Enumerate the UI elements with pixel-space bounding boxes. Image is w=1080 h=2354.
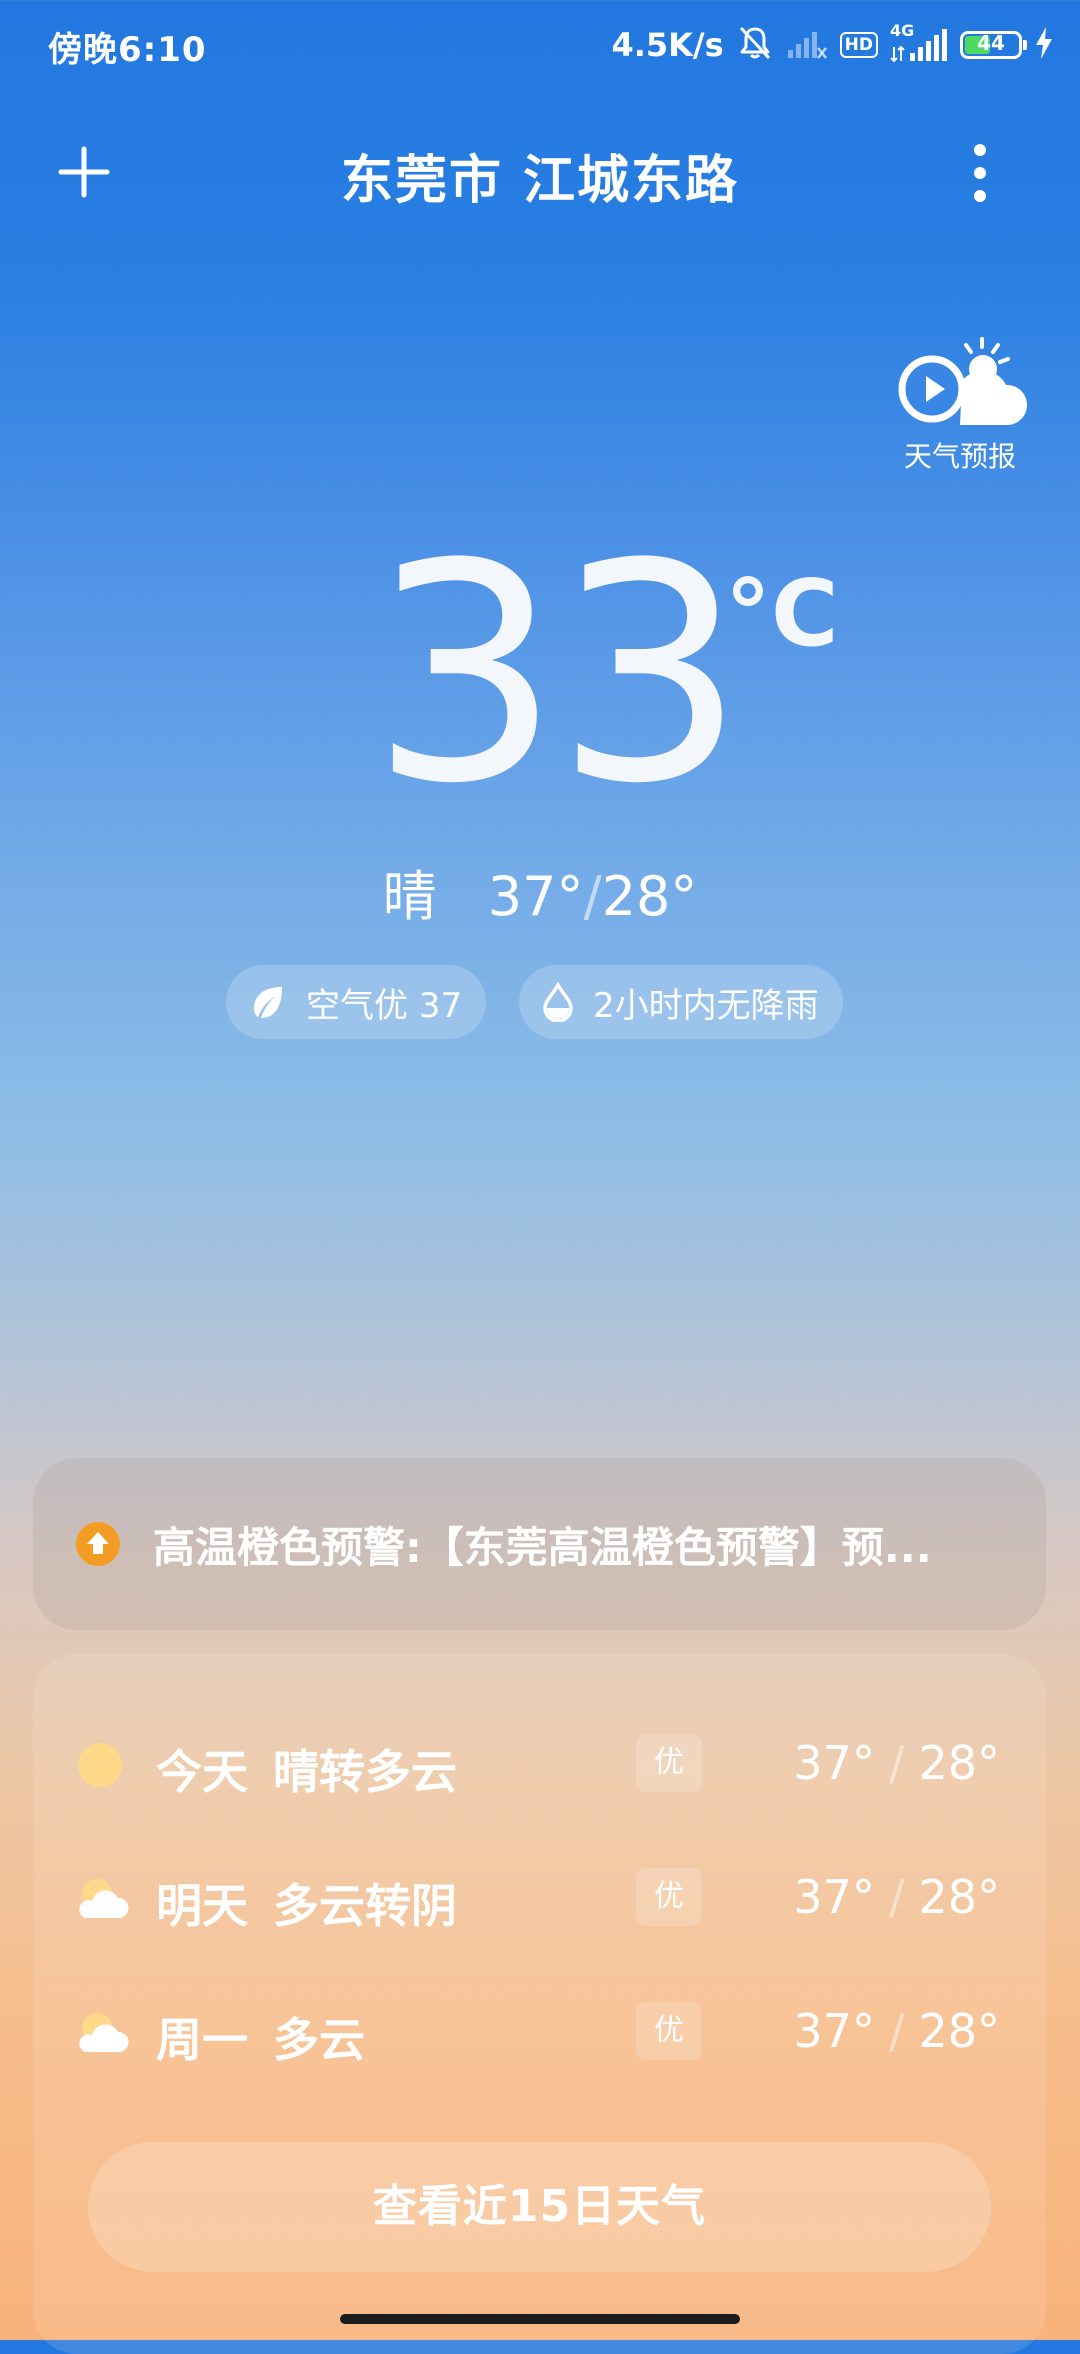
- sim1-signal-off-icon: [786, 24, 828, 66]
- view-15-day-forecast-button[interactable]: 查看近15日天气: [88, 2142, 991, 2272]
- forecast-aqi-badge: 优: [636, 1868, 702, 1926]
- forecast-row-today[interactable]: 今天 晴转多云 优 37°/28°: [33, 1726, 1046, 1806]
- forecast-row-monday[interactable]: 周一 多云 优 37°/28°: [33, 1994, 1046, 2074]
- status-icons: 4.5K/s HD 4G 44: [611, 21, 1054, 68]
- forecast-high: 37°: [793, 1870, 875, 1924]
- air-quality-text: 空气优 37: [306, 985, 463, 1026]
- current-condition-line: 晴 37°/28°: [0, 852, 1080, 931]
- forecast-temp-range: 37°/28°: [793, 2004, 1000, 2058]
- water-drop-icon: [543, 982, 573, 1022]
- daily-forecast-card: 今天 晴转多云 优 37°/28° 明天 多云转阴 优 37°/28° 周一 多…: [33, 1654, 1046, 2354]
- rain-forecast-text: 2小时内无降雨: [593, 985, 819, 1026]
- battery-indicator: 44: [960, 31, 1027, 59]
- forecast-condition: 晴转多云: [273, 1745, 457, 1799]
- alert-text: 高温橙色预警:【东莞高温橙色预警】预...: [153, 1522, 932, 1572]
- network-speed: 4.5K/s: [611, 26, 724, 64]
- forecast-aqi-badge: 优: [636, 2002, 702, 2060]
- temp-separator: /: [583, 865, 602, 928]
- weather-forecast-video-label: 天气预报: [903, 440, 1016, 473]
- cloud-sun-icon: [79, 1879, 129, 1918]
- current-condition: 晴: [382, 865, 437, 928]
- today-low: 28°: [601, 865, 698, 928]
- sun-icon: [78, 1743, 122, 1787]
- hd-voice-badge: HD: [839, 32, 878, 58]
- more-vertical-icon: [974, 144, 986, 202]
- forecast-low: 28°: [918, 2004, 1000, 2058]
- leaf-icon: [254, 987, 282, 1018]
- forecast-day: 明天: [156, 1879, 248, 1933]
- temp-separator: /: [888, 2004, 905, 2058]
- temp-separator: /: [888, 1870, 905, 1924]
- forecast-condition: 多云: [273, 2013, 365, 2067]
- forecast-low: 28°: [918, 1870, 1000, 1924]
- location-title[interactable]: 东莞市 江城东路: [0, 138, 1080, 213]
- temperature-unit: °C: [725, 560, 839, 667]
- home-indicator[interactable]: [340, 2314, 740, 2324]
- forecast-row-tomorrow[interactable]: 明天 多云转阴 优 37°/28°: [33, 1860, 1046, 1940]
- notifications-muted-icon: [736, 24, 774, 66]
- charging-icon: [1034, 26, 1054, 64]
- forecast-high: 37°: [793, 2004, 875, 2058]
- forecast-temp-range: 37°/28°: [793, 1736, 1000, 1790]
- current-temperature: 33: [370, 500, 746, 849]
- cloud-sun-icon: [79, 2013, 129, 2052]
- more-options-button[interactable]: [960, 140, 1000, 206]
- forecast-aqi-badge: 优: [636, 1734, 702, 1792]
- sim2-signal-icon: 4G: [890, 21, 948, 65]
- weather-alert-card[interactable]: 高温橙色预警:【东莞高温橙色预警】预...: [33, 1458, 1046, 1630]
- forecast-high: 37°: [793, 1736, 875, 1790]
- rain-forecast-chip[interactable]: 2小时内无降雨: [519, 965, 843, 1039]
- air-quality-chip[interactable]: 空气优 37: [226, 965, 487, 1039]
- status-time: 傍晚6:10: [48, 30, 207, 70]
- battery-level: 44: [977, 31, 1005, 55]
- forecast-day: 周一: [156, 2013, 248, 2067]
- status-bar: 傍晚6:10 4.5K/s HD 4G 44: [0, 0, 1080, 90]
- temp-separator: /: [888, 1736, 905, 1790]
- forecast-day: 今天: [156, 1745, 248, 1799]
- today-high: 37°: [487, 865, 584, 928]
- high-temperature-alert-icon: [76, 1522, 120, 1566]
- weather-forecast-video-button[interactable]: 天气预报: [890, 335, 1030, 475]
- forecast-low: 28°: [918, 1736, 1000, 1790]
- forecast-temp-range: 37°/28°: [793, 1870, 1000, 1924]
- forecast-condition: 多云转阴: [273, 1879, 457, 1933]
- play-cloud-icon: [898, 337, 1028, 425]
